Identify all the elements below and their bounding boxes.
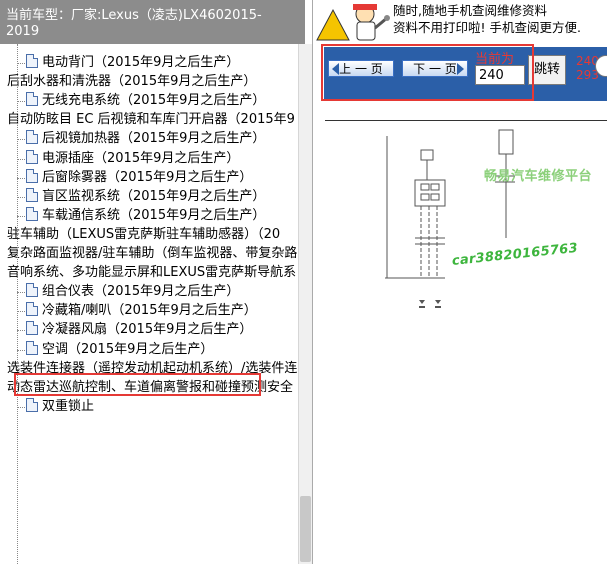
tree-item[interactable]: 双重锁止: [26, 397, 94, 416]
mechanic-mascot-icon: [313, 0, 391, 44]
tree-group[interactable]: 音响系统、多功能显示屏和LEXUS雷克萨斯导航系: [7, 263, 296, 282]
banner-text: 随时,随地手机查阅维修资料 资料不用打印啦! 手机查阅更方便.: [393, 2, 581, 36]
tree-label: 双重锁止: [42, 398, 95, 414]
tree-group[interactable]: 后刮水器和清洗器（2015年9月之后生产）: [7, 72, 256, 91]
tree-label: 盲区监视系统（2015年9月之后生产）: [42, 188, 266, 204]
watermark-platform: 畅易汽车维修平台: [484, 169, 593, 184]
tree-label: 音响系统、多功能显示屏和LEXUS雷克萨斯导航系: [7, 265, 297, 281]
current-model-line1: 当前车型：厂家:Lexus（凌志)LX4602015-: [6, 8, 262, 23]
tree-item[interactable]: 后视镜加热器（2015年9月之后生产）: [26, 129, 265, 148]
tree-group[interactable]: 自动防眩目 EC 后视镜和车库门开启器（2015年9: [7, 110, 295, 129]
current-model-line2: 2019: [6, 24, 40, 39]
tree-item[interactable]: 盲区监视系统（2015年9月之后生产）: [26, 187, 265, 206]
tree-label: 冷藏箱/喇叭（2015年9月之后生产）: [42, 303, 257, 319]
banner-line2: 资料不用打印啦! 手机查阅更方便.: [393, 20, 581, 35]
tree-item[interactable]: 无线充电系统（2015年9月之后生产）: [26, 91, 265, 110]
document-icon: [26, 302, 38, 317]
tree-connector: [17, 177, 25, 179]
tree-scrollbar-thumb[interactable]: [300, 496, 311, 562]
tree-group[interactable]: 复杂路面监视器/驻车辅助（倒车监视器、带复杂路: [7, 244, 297, 263]
tree-item[interactable]: 电源插座（2015年9月之后生产）: [26, 149, 239, 168]
selected-item-highlight: [14, 373, 261, 396]
tree-label: 电源插座（2015年9月之后生产）: [42, 150, 240, 166]
tree-label: 后窗除雾器（2015年9月之后生产）: [42, 169, 253, 185]
document-icon: [26, 168, 38, 183]
document-icon: [26, 321, 38, 336]
tree-item[interactable]: 冷藏箱/喇叭（2015年9月之后生产）: [26, 301, 257, 320]
document-icon: [26, 130, 38, 145]
tree-connector: [17, 406, 25, 408]
page-border-line: [325, 120, 607, 121]
tree-label: 车载通信系统（2015年9月之后生产）: [42, 207, 266, 223]
tree-connector: [17, 139, 25, 141]
tree-connector: [17, 215, 25, 217]
window-title: 当前车型：厂家:Lexus（凌志)LX4602015- 2019: [0, 0, 305, 44]
tree-connector: [17, 311, 25, 313]
document-icon: [26, 206, 38, 221]
tree-item[interactable]: 后窗除雾器（2015年9月之后生产）: [26, 168, 252, 187]
document-icon: [26, 92, 38, 107]
tree-label: 电动背门（2015年9月之后生产）: [42, 55, 240, 70]
tree-connector-vertical: [17, 44, 18, 564]
tree-item[interactable]: 空调（2015年9月之后生产）: [26, 340, 213, 359]
document-icon: [26, 340, 38, 355]
tree-item[interactable]: 车载通信系统（2015年9月之后生产）: [26, 206, 265, 225]
tree-group[interactable]: 驻车辅助（LEXUS雷克萨斯驻车辅助感器）（20: [7, 225, 280, 244]
document-pane: 随时,随地手机查阅维修资料 资料不用打印啦! 手机查阅更方便. 上 一 页 下 …: [312, 0, 607, 564]
banner-line1: 随时,随地手机查阅维修资料: [393, 3, 547, 18]
tree-connector: [17, 196, 25, 198]
tree-label: 驻车辅助（LEXUS雷克萨斯驻车辅助感器）（20: [7, 226, 281, 242]
tree-connector: [17, 158, 25, 160]
tree-label: 冷凝器风扇（2015年9月之后生产）: [42, 322, 253, 338]
tree-label: 复杂路面监视器/驻车辅助（倒车监视器、带复杂路: [7, 246, 298, 261]
tree-label: 空调（2015年9月之后生产）: [42, 341, 214, 357]
document-icon: [26, 397, 38, 412]
tree-item[interactable]: 冷凝器风扇（2015年9月之后生产）: [26, 320, 252, 339]
toolbar-highlight: [321, 44, 534, 101]
tree-scrollbar[interactable]: [298, 44, 312, 564]
tree-connector: [17, 349, 25, 351]
tree-connector: [17, 63, 25, 64]
ad-banner: 随时,随地手机查阅维修资料 资料不用打印啦! 手机查阅更方便.: [313, 0, 607, 44]
wiring-diagram: [385, 129, 515, 308]
tree-label: 自动防眩目 EC 后视镜和车库门开启器（2015年9: [7, 112, 295, 128]
tree-item[interactable]: 组合仪表（2015年9月之后生产）: [26, 282, 239, 301]
document-icon: [26, 187, 38, 202]
document-icon: [26, 149, 38, 164]
tree-connector: [17, 101, 25, 103]
document-icon: [26, 54, 38, 68]
tree-label: 后刮水器和清洗器（2015年9月之后生产）: [7, 74, 257, 90]
tree-label: 无线充电系统（2015年9月之后生产）: [42, 93, 266, 109]
wiring-diagram-page: 畅易汽车维修平台 car38820165763: [325, 108, 607, 564]
tree-connector: [17, 330, 25, 332]
catalog-tree[interactable]: 电动背门（2015年9月之后生产） 后刮水器和清洗器（2015年9月之后生产） 无线…: [0, 44, 298, 564]
tree-label: 后视镜加热器（2015年9月之后生产）: [42, 131, 266, 147]
tree-connector: [17, 292, 25, 294]
document-icon: [26, 283, 38, 298]
tree-label: 组合仪表（2015年9月之后生产）: [42, 284, 240, 300]
tree-item[interactable]: 电动背门（2015年9月之后生产）: [26, 53, 239, 72]
